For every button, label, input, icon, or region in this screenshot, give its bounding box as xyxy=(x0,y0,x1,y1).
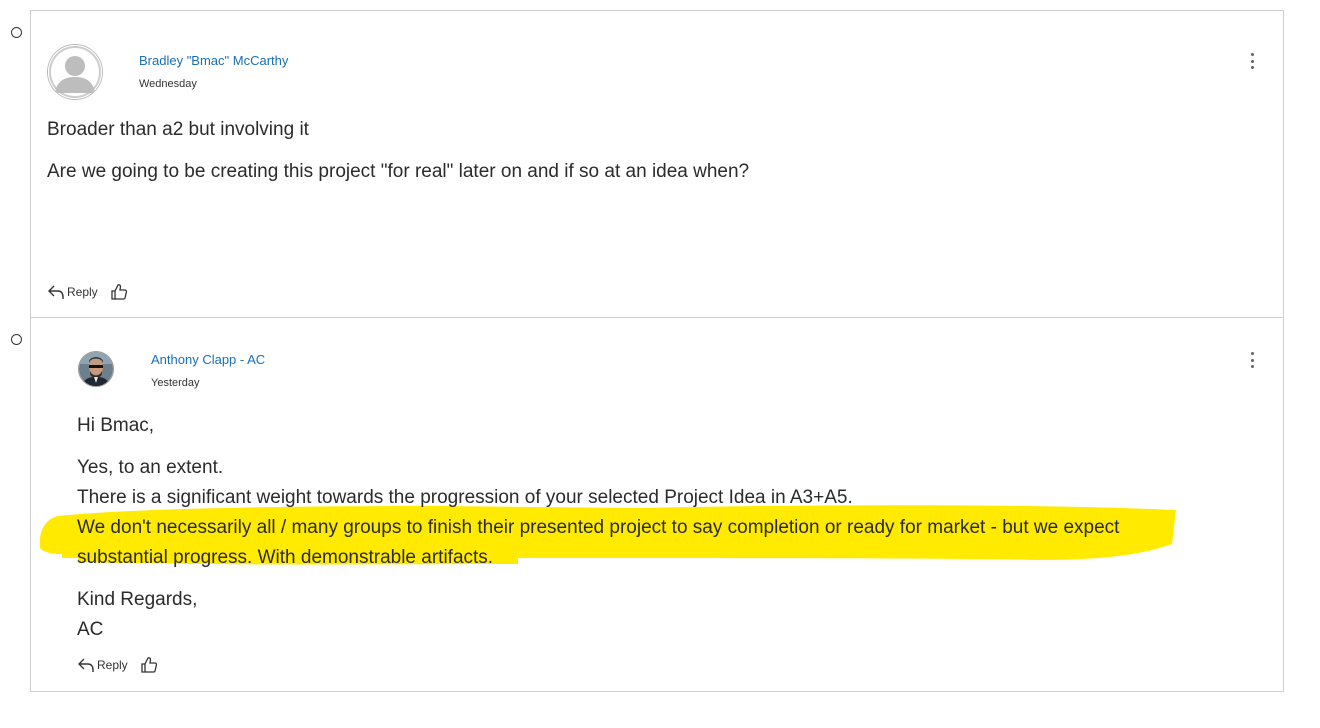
more-options-icon[interactable] xyxy=(1245,350,1259,370)
post-paragraph: Broader than a2 but involving it xyxy=(47,119,309,140)
reply-body: Hi Bmac, Yes, to an extent. There is a s… xyxy=(77,411,1119,645)
like-button[interactable] xyxy=(140,656,158,674)
post-paragraph: Are we going to be creating this project… xyxy=(47,161,750,182)
highlighted-line: We don't necessarily all / many groups t… xyxy=(77,517,1120,538)
post-body: Broader than a2 but involving it Are we … xyxy=(47,115,749,187)
signoff-line: AC xyxy=(77,619,104,640)
more-options-icon[interactable] xyxy=(1245,51,1259,71)
default-user-avatar-icon[interactable] xyxy=(47,44,103,100)
user-photo-avatar-icon[interactable] xyxy=(78,351,114,387)
reply-label: Reply xyxy=(97,658,128,672)
post-date: Yesterday xyxy=(151,377,200,389)
reply-button[interactable]: Reply xyxy=(77,657,128,673)
author-name-link[interactable]: Anthony Clapp - AC xyxy=(151,352,265,367)
thumbs-up-icon xyxy=(141,657,157,673)
reply-button[interactable]: Reply xyxy=(47,284,98,300)
post-line: There is a significant weight towards th… xyxy=(77,487,853,508)
list-bullet xyxy=(11,27,22,38)
like-button[interactable] xyxy=(110,283,128,301)
list-bullet xyxy=(11,334,22,345)
post-actions: Reply xyxy=(77,656,158,674)
reply-arrow-icon xyxy=(78,658,94,672)
reply-label: Reply xyxy=(67,285,98,299)
greeting: Hi Bmac, xyxy=(77,415,155,436)
highlighted-line: substantial progress. With demonstrable … xyxy=(77,547,494,568)
comment-card: Bradley "Bmac" McCarthy Wednesday Broade… xyxy=(30,10,1284,318)
reply-arrow-icon xyxy=(48,285,64,299)
author-name-link[interactable]: Bradley "Bmac" McCarthy xyxy=(139,53,288,68)
post-line: Yes, to an extent. xyxy=(77,457,224,478)
thumbs-up-icon xyxy=(111,284,127,300)
post-date: Wednesday xyxy=(139,78,197,90)
post-actions: Reply xyxy=(47,283,128,301)
signoff-line: Kind Regards, xyxy=(77,589,198,610)
